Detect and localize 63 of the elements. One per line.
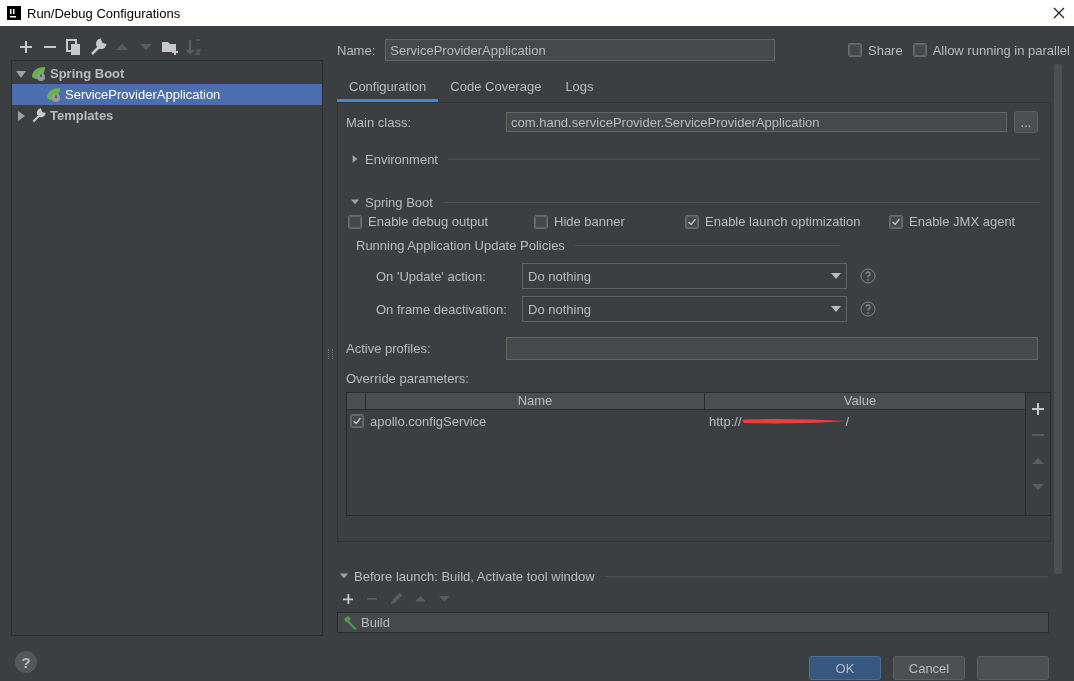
splitter-handle[interactable] xyxy=(327,348,333,359)
checkbox[interactable] xyxy=(848,43,862,57)
add-icon[interactable] xyxy=(342,593,354,605)
checkbox[interactable] xyxy=(350,414,364,428)
checkbox[interactable] xyxy=(685,214,699,229)
field-label: Active profiles: xyxy=(346,341,432,356)
group-title: Running Application Update Policies xyxy=(356,237,565,253)
checkbox-label: Hide banner xyxy=(554,214,625,229)
hammer-icon xyxy=(342,614,358,631)
dialog-button[interactable]: Cancel xyxy=(893,656,965,680)
tree-item[interactable]: Spring Boot xyxy=(12,63,322,84)
checkbox[interactable] xyxy=(348,214,362,229)
field-label: On frame deactivation: xyxy=(376,301,508,317)
table-cell: / xyxy=(845,413,850,429)
section-title[interactable]: Before launch: Build, Activate tool window xyxy=(354,568,595,584)
task-item[interactable]: Build xyxy=(339,613,390,632)
checkbox-label: Enable debug output xyxy=(368,214,488,229)
collapse-arrow-icon[interactable] xyxy=(351,198,359,206)
checkbox[interactable] xyxy=(912,43,927,57)
spring-leaf-icon xyxy=(30,65,47,82)
expand-arrow-icon[interactable] xyxy=(15,109,27,122)
table-cell-text: apollo.configService xyxy=(369,413,488,429)
app-icon xyxy=(7,6,21,20)
field-label: Name: xyxy=(337,42,376,58)
checkbox[interactable] xyxy=(534,214,548,229)
browse-button[interactable]: ... xyxy=(1014,111,1038,133)
help-icon[interactable] xyxy=(860,301,876,317)
window-title: Run/Debug Configurations xyxy=(27,5,182,21)
section-title[interactable]: Environment xyxy=(365,151,438,167)
spring-leaf-icon xyxy=(45,86,62,103)
section-title[interactable]: Spring Boot xyxy=(365,194,433,210)
tab[interactable]: Logs xyxy=(553,74,606,102)
field-label: Override parameters: xyxy=(346,371,470,386)
help-button[interactable]: ? xyxy=(15,651,37,673)
field-label: Main class: xyxy=(346,114,413,130)
add-icon[interactable] xyxy=(20,41,32,53)
expand-arrow-icon[interactable] xyxy=(351,155,359,163)
checkbox-label: Allow running in parallel xyxy=(932,42,1070,58)
dropdown[interactable]: Do nothing xyxy=(522,296,847,322)
dropdown-arrow-icon[interactable] xyxy=(831,306,841,312)
tree-item[interactable]: ServiceProviderApplication xyxy=(12,84,322,105)
collapse-arrow-icon[interactable] xyxy=(340,572,348,580)
add-icon[interactable] xyxy=(1032,403,1044,415)
tab[interactable]: Configuration xyxy=(337,74,439,102)
column-header[interactable]: Value xyxy=(704,393,1015,409)
help-icon[interactable] xyxy=(860,268,876,284)
dropdown-arrow-icon[interactable] xyxy=(831,273,841,279)
active-profiles-field[interactable] xyxy=(506,337,1038,360)
checkbox-label: Enable JMX agent xyxy=(909,214,1016,229)
column-header[interactable]: Name xyxy=(365,393,704,409)
name-field[interactable]: ServiceProviderApplication xyxy=(385,39,776,61)
dropdown[interactable]: Do nothing xyxy=(522,263,847,289)
table-cell: http:// xyxy=(709,413,742,429)
main-class-field[interactable]: com.hand.serviceProvider.ServiceProviderApplication xyxy=(506,112,1007,132)
tree-item[interactable]: Templates xyxy=(12,105,322,126)
tab[interactable]: Code Coverage xyxy=(438,74,554,102)
dialog-button[interactable]: OK xyxy=(809,656,881,680)
checkbox-label: Enable launch optimization xyxy=(705,214,861,229)
close-icon[interactable] xyxy=(1052,6,1066,20)
checkbox[interactable] xyxy=(889,214,903,229)
checkbox-label: Share xyxy=(868,42,903,58)
wrench-icon xyxy=(30,107,47,124)
field-label: On 'Update' action: xyxy=(376,268,487,284)
